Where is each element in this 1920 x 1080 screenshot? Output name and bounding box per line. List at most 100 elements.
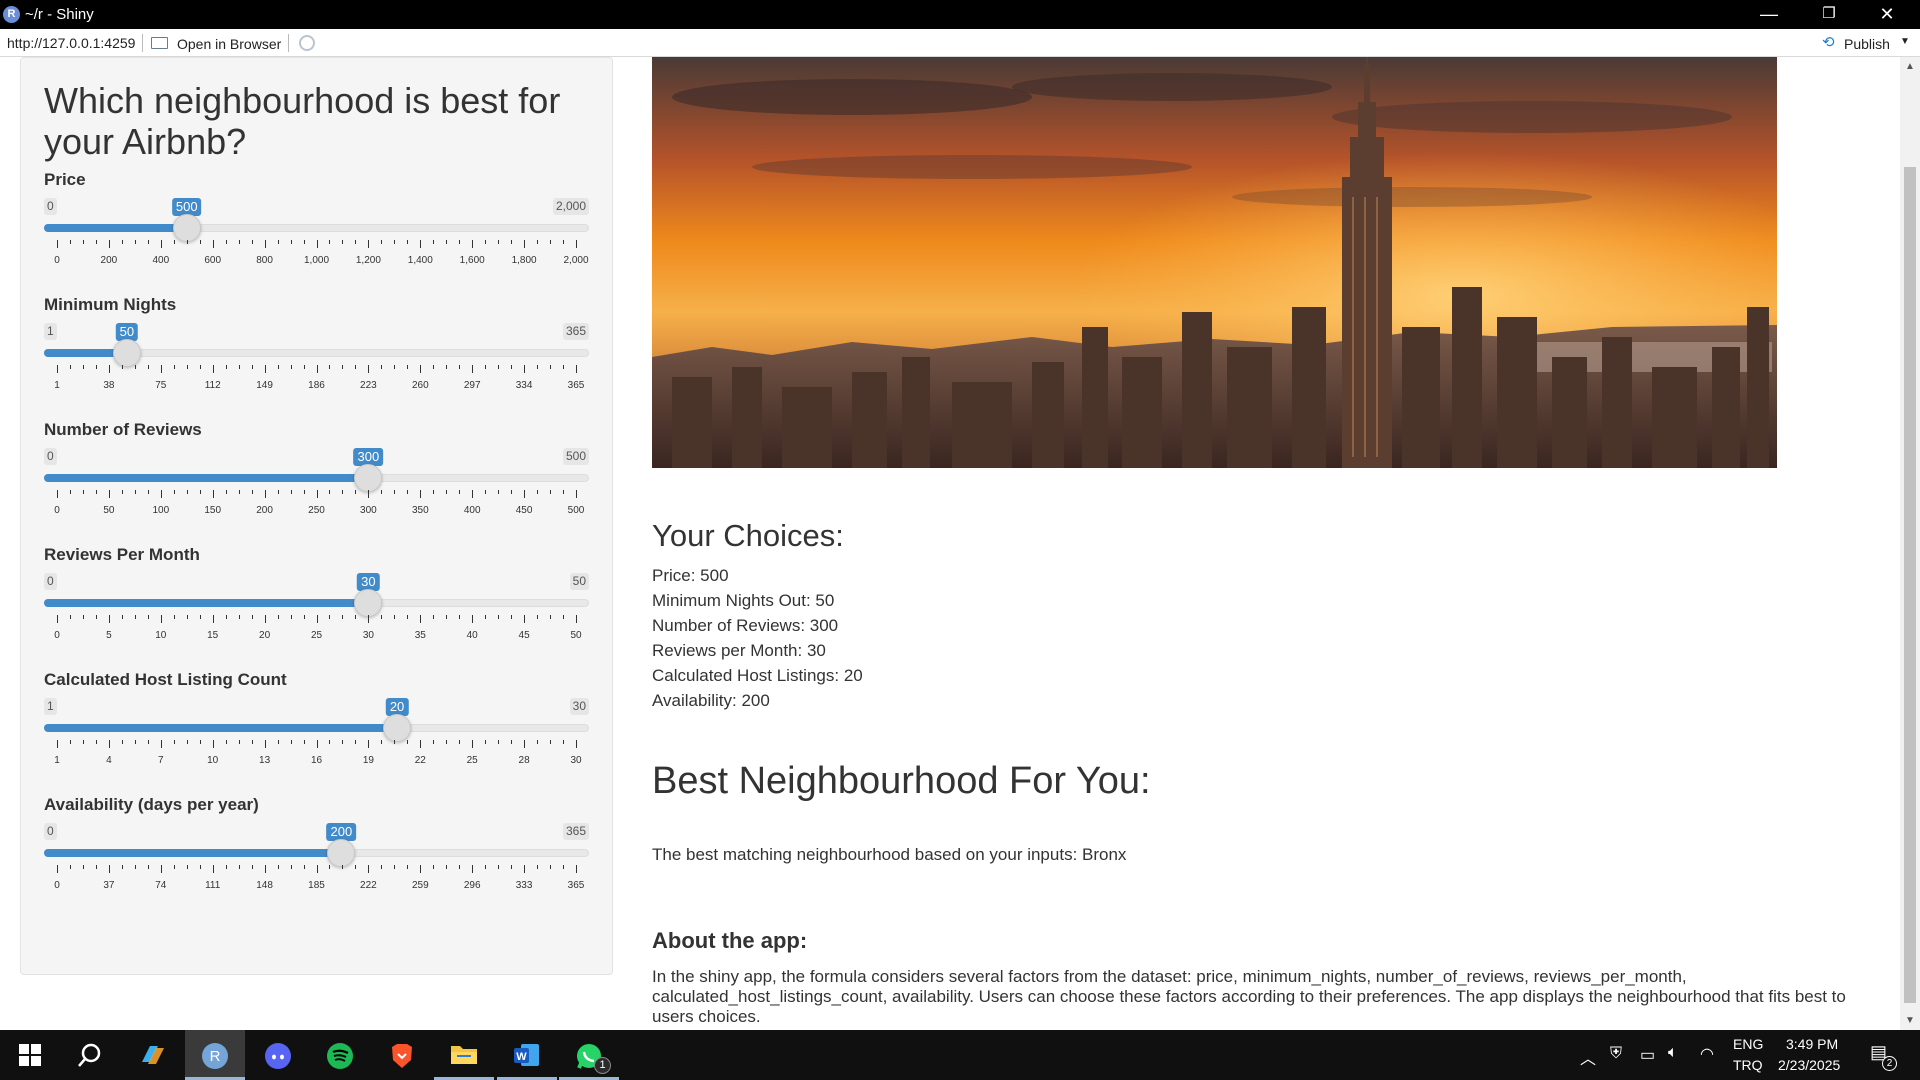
- slider-minor-tick: [238, 365, 240, 369]
- open-in-browser-button[interactable]: Open in Browser: [177, 36, 281, 52]
- volume-icon[interactable]: 🔈︎: [1668, 1044, 1678, 1062]
- copilot-icon: [138, 1042, 166, 1068]
- slider-minor-tick: [82, 865, 84, 869]
- rstudio-taskbar-button[interactable]: R: [185, 1030, 245, 1080]
- slider-minimum-nights[interactable]: Minimum Nights 1 365 50 1 38 75 112 149 186 223 260…: [44, 295, 589, 420]
- publish-button[interactable]: Publish: [1844, 36, 1890, 52]
- maximize-button[interactable]: ❐: [1800, 0, 1858, 29]
- slider-minor-tick: [134, 615, 136, 619]
- slider-major-tick: [524, 740, 526, 748]
- slider-major-tick: [108, 490, 110, 498]
- brave-button[interactable]: [372, 1030, 432, 1080]
- slider-major-tick: [524, 615, 526, 623]
- copilot-button[interactable]: [122, 1030, 182, 1080]
- spotify-button[interactable]: [310, 1030, 370, 1080]
- url-field[interactable]: http://127.0.0.1:4259: [7, 35, 135, 51]
- slider-tick-label: 450: [515, 505, 533, 516]
- windows-start-button[interactable]: [0, 1030, 60, 1080]
- slider-tick-label: 223: [360, 380, 377, 391]
- slider-minor-tick: [485, 490, 487, 494]
- slider-minor-tick: [511, 365, 513, 369]
- slider-minor-tick: [173, 490, 175, 494]
- slider-minor-tick: [147, 865, 149, 869]
- slider-major-tick: [472, 740, 474, 748]
- slider-minor-tick: [407, 865, 409, 869]
- clock-date[interactable]: 2/23/2025: [1778, 1057, 1840, 1073]
- slider-tick-label: 10: [207, 755, 219, 766]
- slider-tick-label: 260: [411, 380, 429, 391]
- slider-price[interactable]: Price 0 2,000 500 0 200 400 600 800 1,000 1,200 1,4…: [44, 170, 589, 295]
- slider-minor-tick: [69, 365, 71, 369]
- slider-minor-tick: [459, 615, 461, 619]
- slider-max-badge: 365: [562, 323, 589, 340]
- slider-minor-tick: [225, 740, 227, 744]
- slider-major-tick: [316, 865, 318, 873]
- slider-tick-label: 37: [103, 880, 115, 891]
- file-explorer-button[interactable]: [434, 1030, 494, 1080]
- slider-minor-tick: [342, 865, 344, 869]
- slider-reviews-per-month[interactable]: Reviews Per Month 0 50 30 0 5 10 15 20 25 30 35 40 45…: [44, 545, 589, 670]
- slider-availability-days-per-year[interactable]: Availability (days per year) 0 365 200 0 37 74…: [44, 795, 589, 920]
- publish-icon[interactable]: ⟲: [1822, 35, 1840, 51]
- slider-number-of-reviews[interactable]: Number of Reviews 0 500 300 0 50 100 150 200 250 3…: [44, 420, 589, 545]
- slider-minor-tick: [69, 240, 71, 244]
- slider-minor-tick: [381, 490, 383, 494]
- vertical-scrollbar[interactable]: ▲ ▼: [1900, 57, 1920, 1030]
- slider-tick-label: 185: [308, 880, 325, 891]
- slider-fill: [44, 849, 342, 857]
- battery-icon[interactable]: ▭: [1640, 1045, 1655, 1065]
- slider-major-tick: [316, 490, 318, 498]
- scroll-down-arrow-icon[interactable]: ▼: [1905, 1015, 1915, 1026]
- clock-time[interactable]: 3:49 PM: [1786, 1036, 1838, 1052]
- slider-minor-tick: [225, 865, 227, 869]
- search-button[interactable]: [60, 1030, 120, 1080]
- discord-button[interactable]: [248, 1030, 308, 1080]
- slider-minor-tick: [238, 490, 240, 494]
- security-icon[interactable]: ⛨: [1610, 1045, 1622, 1063]
- whatsapp-button[interactable]: 1: [559, 1030, 619, 1080]
- scrollbar-thumb[interactable]: [1904, 167, 1916, 1003]
- slider-label: Calculated Host Listing Count: [44, 670, 287, 689]
- slider-minor-tick: [381, 365, 383, 369]
- slider-minor-tick: [459, 365, 461, 369]
- slider-major-tick: [57, 240, 58, 248]
- slider-calculated-host-listing-count[interactable]: Calculated Host Listing Count 1 30 20 1 4 7 10 1…: [44, 670, 589, 795]
- slider-major-tick: [368, 240, 370, 248]
- slider-minor-tick: [498, 865, 500, 869]
- slider-minor-tick: [537, 865, 539, 869]
- slider-minor-tick: [303, 365, 305, 369]
- open-in-browser-icon[interactable]: [151, 37, 168, 49]
- close-button[interactable]: ✕: [1858, 0, 1916, 29]
- word-button[interactable]: W: [497, 1030, 557, 1080]
- slider-minor-tick: [238, 240, 240, 244]
- slider-major-tick: [160, 865, 162, 873]
- language-indicator-bottom[interactable]: TRQ: [1733, 1057, 1763, 1073]
- minimize-button[interactable]: —: [1740, 0, 1798, 29]
- slider-minor-tick: [394, 615, 396, 619]
- slider-label: Number of Reviews: [44, 420, 202, 439]
- slider-minor-tick: [446, 865, 448, 869]
- search-icon: [76, 1042, 104, 1068]
- slider-handle[interactable]: [172, 214, 201, 242]
- scroll-up-arrow-icon[interactable]: ▲: [1905, 61, 1915, 72]
- wifi-icon[interactable]: ◠: [1700, 1044, 1714, 1064]
- slider-minor-tick: [199, 615, 201, 619]
- slider-minor-tick: [394, 740, 396, 744]
- slider-handle[interactable]: [327, 839, 356, 867]
- slider-minor-tick: [69, 490, 71, 494]
- slider-major-tick: [576, 615, 577, 623]
- refresh-icon[interactable]: [299, 35, 315, 51]
- slider-handle[interactable]: [112, 339, 141, 367]
- show-hidden-icons-chevron-icon[interactable]: ︿: [1580, 1045, 1596, 1069]
- publish-dropdown-caret-icon[interactable]: ▼: [1900, 36, 1910, 47]
- slider-tick-label: 0: [54, 255, 60, 266]
- language-indicator-top[interactable]: ENG: [1733, 1036, 1763, 1052]
- slider-handle[interactable]: [383, 714, 412, 742]
- slider-handle[interactable]: [354, 589, 383, 617]
- slider-handle[interactable]: [354, 464, 383, 492]
- slider-tick-label: 112: [204, 380, 221, 391]
- slider-minor-tick: [485, 240, 487, 244]
- slider-major-tick: [420, 240, 422, 248]
- slider-max-badge: 2,000: [552, 198, 589, 215]
- slider-min-badge: 0: [44, 823, 57, 840]
